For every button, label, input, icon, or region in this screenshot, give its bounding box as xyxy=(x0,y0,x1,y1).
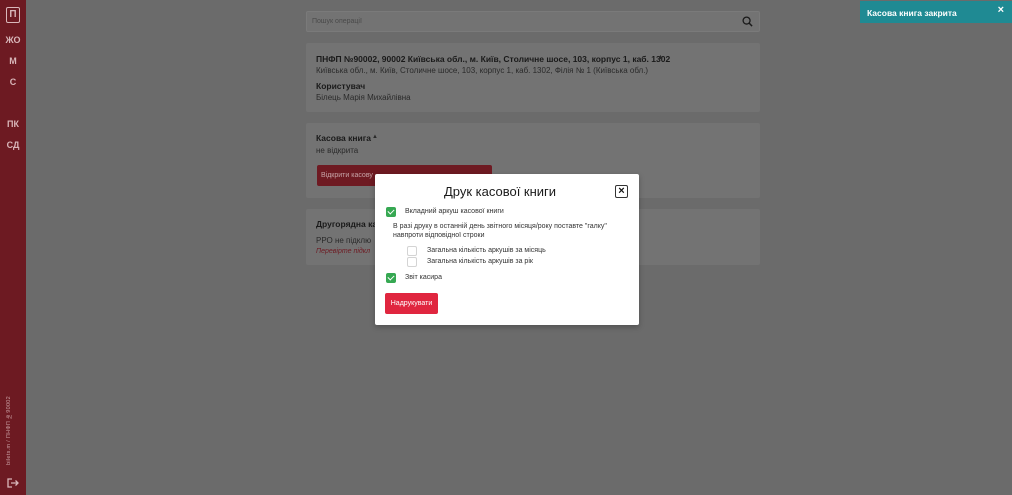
logout-icon[interactable] xyxy=(7,478,19,488)
user-name: Білець Марія Михайлівна xyxy=(316,93,411,102)
sidebar-item-m[interactable]: М xyxy=(0,56,26,66)
checkbox-insert-sheet[interactable] xyxy=(386,207,396,217)
location-address: Київська обл., м. Київ, Столичне шосе, 1… xyxy=(316,66,649,75)
chevron-up-icon[interactable]: ▲ xyxy=(372,134,378,140)
option-cashier-report-label: Звіт касира xyxy=(405,274,442,281)
toast-message: Касова книга закрита xyxy=(867,8,957,18)
location-title: ПНФП №90002, 90002 Київська обл., м. Киї… xyxy=(316,54,671,64)
sidebar-item-zho[interactable]: ЖО xyxy=(0,35,26,45)
dialog-title: Друк касової книги xyxy=(443,184,557,199)
option-sheets-month-label: Загальна кількість аркушів за місяць xyxy=(427,247,546,254)
cashbook-status: не відкрита xyxy=(316,146,359,155)
print-button[interactable]: Надрукувати xyxy=(385,293,438,314)
app-logo[interactable]: П xyxy=(6,7,20,23)
print-cashbook-dialog: Друк касової книги × Вкладний аркуш касо… xyxy=(375,174,639,325)
notification-toast: Касова книга закрита × xyxy=(860,1,1012,23)
sidebar-user-info: bilets.m / ПНФП №90002 xyxy=(6,395,12,465)
search-bar[interactable]: Пошук операції xyxy=(306,11,760,32)
checkbox-sheets-per-year[interactable] xyxy=(407,257,417,267)
sidebar-item-pk[interactable]: ПК xyxy=(0,119,26,129)
chevron-up-icon[interactable]: ▲ xyxy=(657,54,664,61)
sidebar-item-sd[interactable]: СД xyxy=(0,140,26,150)
cashbook-title: Касова книга xyxy=(316,133,372,143)
close-icon[interactable]: × xyxy=(615,185,628,198)
check-connection-link[interactable]: Перевірте підкл xyxy=(316,248,370,255)
rro-status: РРО не підклю xyxy=(316,236,372,245)
user-label: Користувач xyxy=(316,81,366,91)
print-note: В разі друку в останній день звітного мі… xyxy=(393,223,607,239)
search-icon[interactable] xyxy=(742,16,753,27)
sidebar: П ЖО М С ПК СД bilets.m / ПНФП №90002 xyxy=(0,0,26,495)
option-sheets-year-label: Загальна кількість аркушів за рік xyxy=(427,258,533,265)
option-insert-sheet-label: Вкладний аркуш касової книги xyxy=(405,208,504,215)
search-input[interactable]: Пошук операції xyxy=(312,18,362,25)
secondary-title: Другорядна ка xyxy=(316,219,378,229)
checkbox-sheets-per-month[interactable] xyxy=(407,246,417,256)
checkbox-cashier-report[interactable] xyxy=(386,273,396,283)
close-icon[interactable]: × xyxy=(998,5,1004,16)
location-card: ПНФП №90002, 90002 Київська обл., м. Киї… xyxy=(306,43,760,112)
sidebar-item-s[interactable]: С xyxy=(0,77,26,87)
